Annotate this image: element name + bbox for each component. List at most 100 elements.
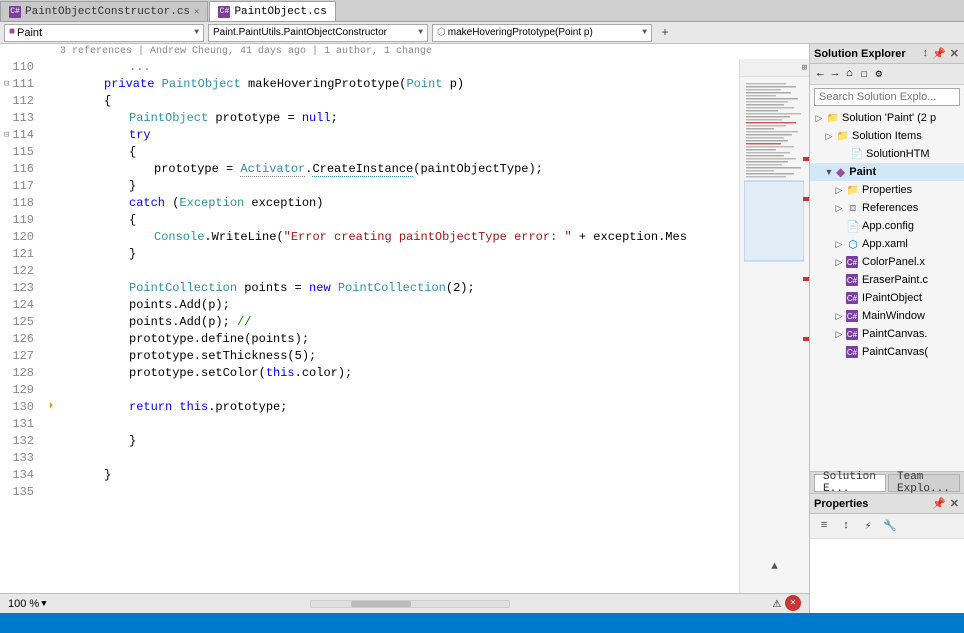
- editor-area: 3 references | Andrew Cheung, 41 days ag…: [0, 44, 809, 613]
- expand-icon-colorpanel[interactable]: ▷: [834, 257, 844, 268]
- line-num-124: 124: [0, 297, 42, 314]
- method-dropdown[interactable]: ⬡ makeHoveringPrototype(Point p) ▼: [432, 24, 652, 42]
- main-area: 3 references | Andrew Cheung, 41 days ag…: [0, 44, 964, 613]
- right-panel: Solution Explorer ↕ 📌 ✕ ← → ⌂ ☐ ⚙: [809, 44, 964, 613]
- tree-item-properties[interactable]: ▷ 📁 Properties: [810, 181, 964, 199]
- nav-back-icon[interactable]: ←: [814, 67, 827, 81]
- expand-icon-solution-items[interactable]: ▷: [824, 131, 834, 142]
- horizontal-scrollbar[interactable]: [310, 600, 510, 608]
- tree-label-appconfig: App.config: [862, 220, 914, 232]
- editor-bottom-bar: 100 % ▼ ⚠ ✕: [0, 593, 809, 613]
- line-num-122: 122: [0, 263, 42, 280]
- scroll-thumb[interactable]: [351, 601, 411, 607]
- expand-icon-properties[interactable]: ▷: [834, 185, 844, 196]
- settings-icon[interactable]: ⚙: [872, 66, 885, 82]
- nav-forward-icon[interactable]: →: [829, 67, 842, 81]
- code-line-122: [50, 263, 739, 280]
- alpha-sort-btn[interactable]: ↕: [836, 516, 856, 536]
- cs-icon-colorpanel: C#: [846, 256, 858, 268]
- tree-label-colorpanel: ColorPanel.x: [862, 256, 925, 268]
- line-num-116: 116: [0, 161, 42, 178]
- solution-explorer-tab[interactable]: Solution E...: [814, 474, 886, 492]
- properties-content: [810, 539, 964, 613]
- meta-info: 3 references | Andrew Cheung, 41 days ag…: [0, 44, 809, 59]
- tab-label-2: PaintObject.cs: [234, 6, 326, 18]
- zoom-dropdown-icon[interactable]: ▼: [41, 599, 46, 609]
- sync-icon[interactable]: ↕: [922, 47, 930, 60]
- properties-toolbar: ≡ ↕ ⚡ 🔧: [810, 514, 964, 539]
- chevron-down-icon: ▼: [194, 28, 199, 37]
- expand-icon-references[interactable]: ▷: [834, 203, 844, 214]
- tree-item-eraserpaint[interactable]: C# EraserPaint.c: [810, 271, 964, 289]
- tree-label-mainwindow: MainWindow: [862, 310, 925, 322]
- solution-explorer-tab-label: Solution E...: [823, 471, 877, 494]
- pin-properties-icon[interactable]: 📌: [931, 497, 947, 510]
- collapse-114[interactable]: ⊟: [4, 127, 9, 144]
- code-line-130: 🔶 return this.prototype;: [50, 399, 739, 416]
- expand-icon-paint[interactable]: ▼: [824, 167, 834, 177]
- tree-item-paintcanvas2[interactable]: C# PaintCanvas(: [810, 343, 964, 361]
- line-num-130: 130: [0, 399, 42, 416]
- tree-item-solution-items[interactable]: ▷ 📁 Solution Items: [810, 127, 964, 145]
- property-pages-btn[interactable]: 🔧: [880, 516, 900, 536]
- code-line-116: prototype = Activator.CreateInstance(pai…: [50, 161, 739, 178]
- code-content[interactable]: ... private PaintObject makeHoveringProt…: [50, 59, 739, 593]
- project-dropdown[interactable]: ■ Paint ▼: [4, 24, 204, 42]
- expand-icon-paintcanvas1[interactable]: ▷: [834, 329, 844, 340]
- tree-label-solution: Solution 'Paint' (2 p: [842, 112, 936, 124]
- search-input[interactable]: [819, 91, 961, 103]
- zoom-control[interactable]: 100 % ▼: [8, 598, 47, 610]
- class-dropdown[interactable]: Paint.PaintUtils.PaintObjectConstructor …: [208, 24, 428, 42]
- tree-item-colorpanel[interactable]: ▷ C# ColorPanel.x: [810, 253, 964, 271]
- tree-item-references[interactable]: ▷ ⧈ References: [810, 199, 964, 217]
- expand-icon-mainwindow[interactable]: ▷: [834, 311, 844, 322]
- cs-icon-eraser: C#: [846, 274, 858, 286]
- folder-icon: 📁: [836, 129, 850, 143]
- tree-item-appxaml[interactable]: ▷ ⬡ App.xaml: [810, 235, 964, 253]
- error-icon[interactable]: ⚠: [773, 595, 781, 612]
- tab-paintobject[interactable]: C# PaintObject.cs: [209, 1, 335, 21]
- minimap-scroll-up[interactable]: ▲: [771, 561, 778, 573]
- collapse-111[interactable]: ⊟: [4, 76, 9, 93]
- solution-toolbar: ← → ⌂ ☐ ⚙: [810, 64, 964, 85]
- pin-icon[interactable]: 📌: [931, 47, 947, 60]
- tree-label-references: References: [862, 202, 918, 214]
- properties-panel: Properties 📌 ✕ ≡ ↕ ⚡: [810, 493, 964, 613]
- home-icon[interactable]: ⌂: [843, 67, 856, 81]
- cs-icon-2: C#: [218, 6, 230, 18]
- category-view-btn[interactable]: ≡: [814, 516, 834, 536]
- line-num-118: 118: [0, 195, 42, 212]
- solution-explorer-title: Solution Explorer: [814, 48, 906, 60]
- plus-button[interactable]: +: [656, 24, 674, 42]
- properties-folder-icon: 📁: [846, 183, 860, 197]
- expand-icon[interactable]: ▷: [814, 113, 824, 124]
- tab-close-icon[interactable]: ✕: [194, 7, 199, 17]
- tree-item-mainwindow[interactable]: ▷ C# MainWindow: [810, 307, 964, 325]
- tree-item-solutionhtm[interactable]: 📄 SolutionHTM: [810, 145, 964, 163]
- method-label: makeHoveringPrototype(Point p): [448, 27, 640, 38]
- tree-item-solution[interactable]: ▷ 📁 Solution 'Paint' (2 p: [810, 109, 964, 127]
- tree-item-appconfig[interactable]: 📄 App.config: [810, 217, 964, 235]
- close-properties-icon[interactable]: ✕: [949, 497, 960, 510]
- show-all-icon[interactable]: ☐: [858, 66, 871, 82]
- code-line-123: PointCollection points = new PointCollec…: [50, 280, 739, 297]
- search-box[interactable]: 🔍: [814, 88, 960, 106]
- code-line-118: catch (Exception exception): [50, 195, 739, 212]
- close-icon[interactable]: ✕: [785, 595, 801, 611]
- minimap: ⊞: [739, 59, 809, 593]
- tree-item-ipaintobject[interactable]: C# IPaintObject: [810, 289, 964, 307]
- cs-icon-paintcanvas2: C#: [846, 346, 858, 358]
- code-container: 110 ⊟ 111 112 113 ⊟ 114 115 116 117 118: [0, 59, 809, 593]
- close-panel-icon[interactable]: ✕: [949, 47, 960, 60]
- tree-item-paintcanvas1[interactable]: ▷ C# PaintCanvas.: [810, 325, 964, 343]
- minimap-toolbar: ⊞: [740, 59, 809, 77]
- expand-icon-appxaml[interactable]: ▷: [834, 239, 844, 250]
- events-btn[interactable]: ⚡: [858, 516, 878, 536]
- file-icon: 📄: [850, 147, 864, 161]
- code-line-124: points.Add(p);: [50, 297, 739, 314]
- tab-paintobjectconstructor[interactable]: C# PaintObjectConstructor.cs ✕: [0, 1, 208, 21]
- line-num-121: 121: [0, 246, 42, 263]
- team-explorer-tab[interactable]: Team Explo...: [888, 474, 960, 492]
- tree-item-paint[interactable]: ▼ ◆ Paint: [810, 163, 964, 181]
- line-num-126: 126: [0, 331, 42, 348]
